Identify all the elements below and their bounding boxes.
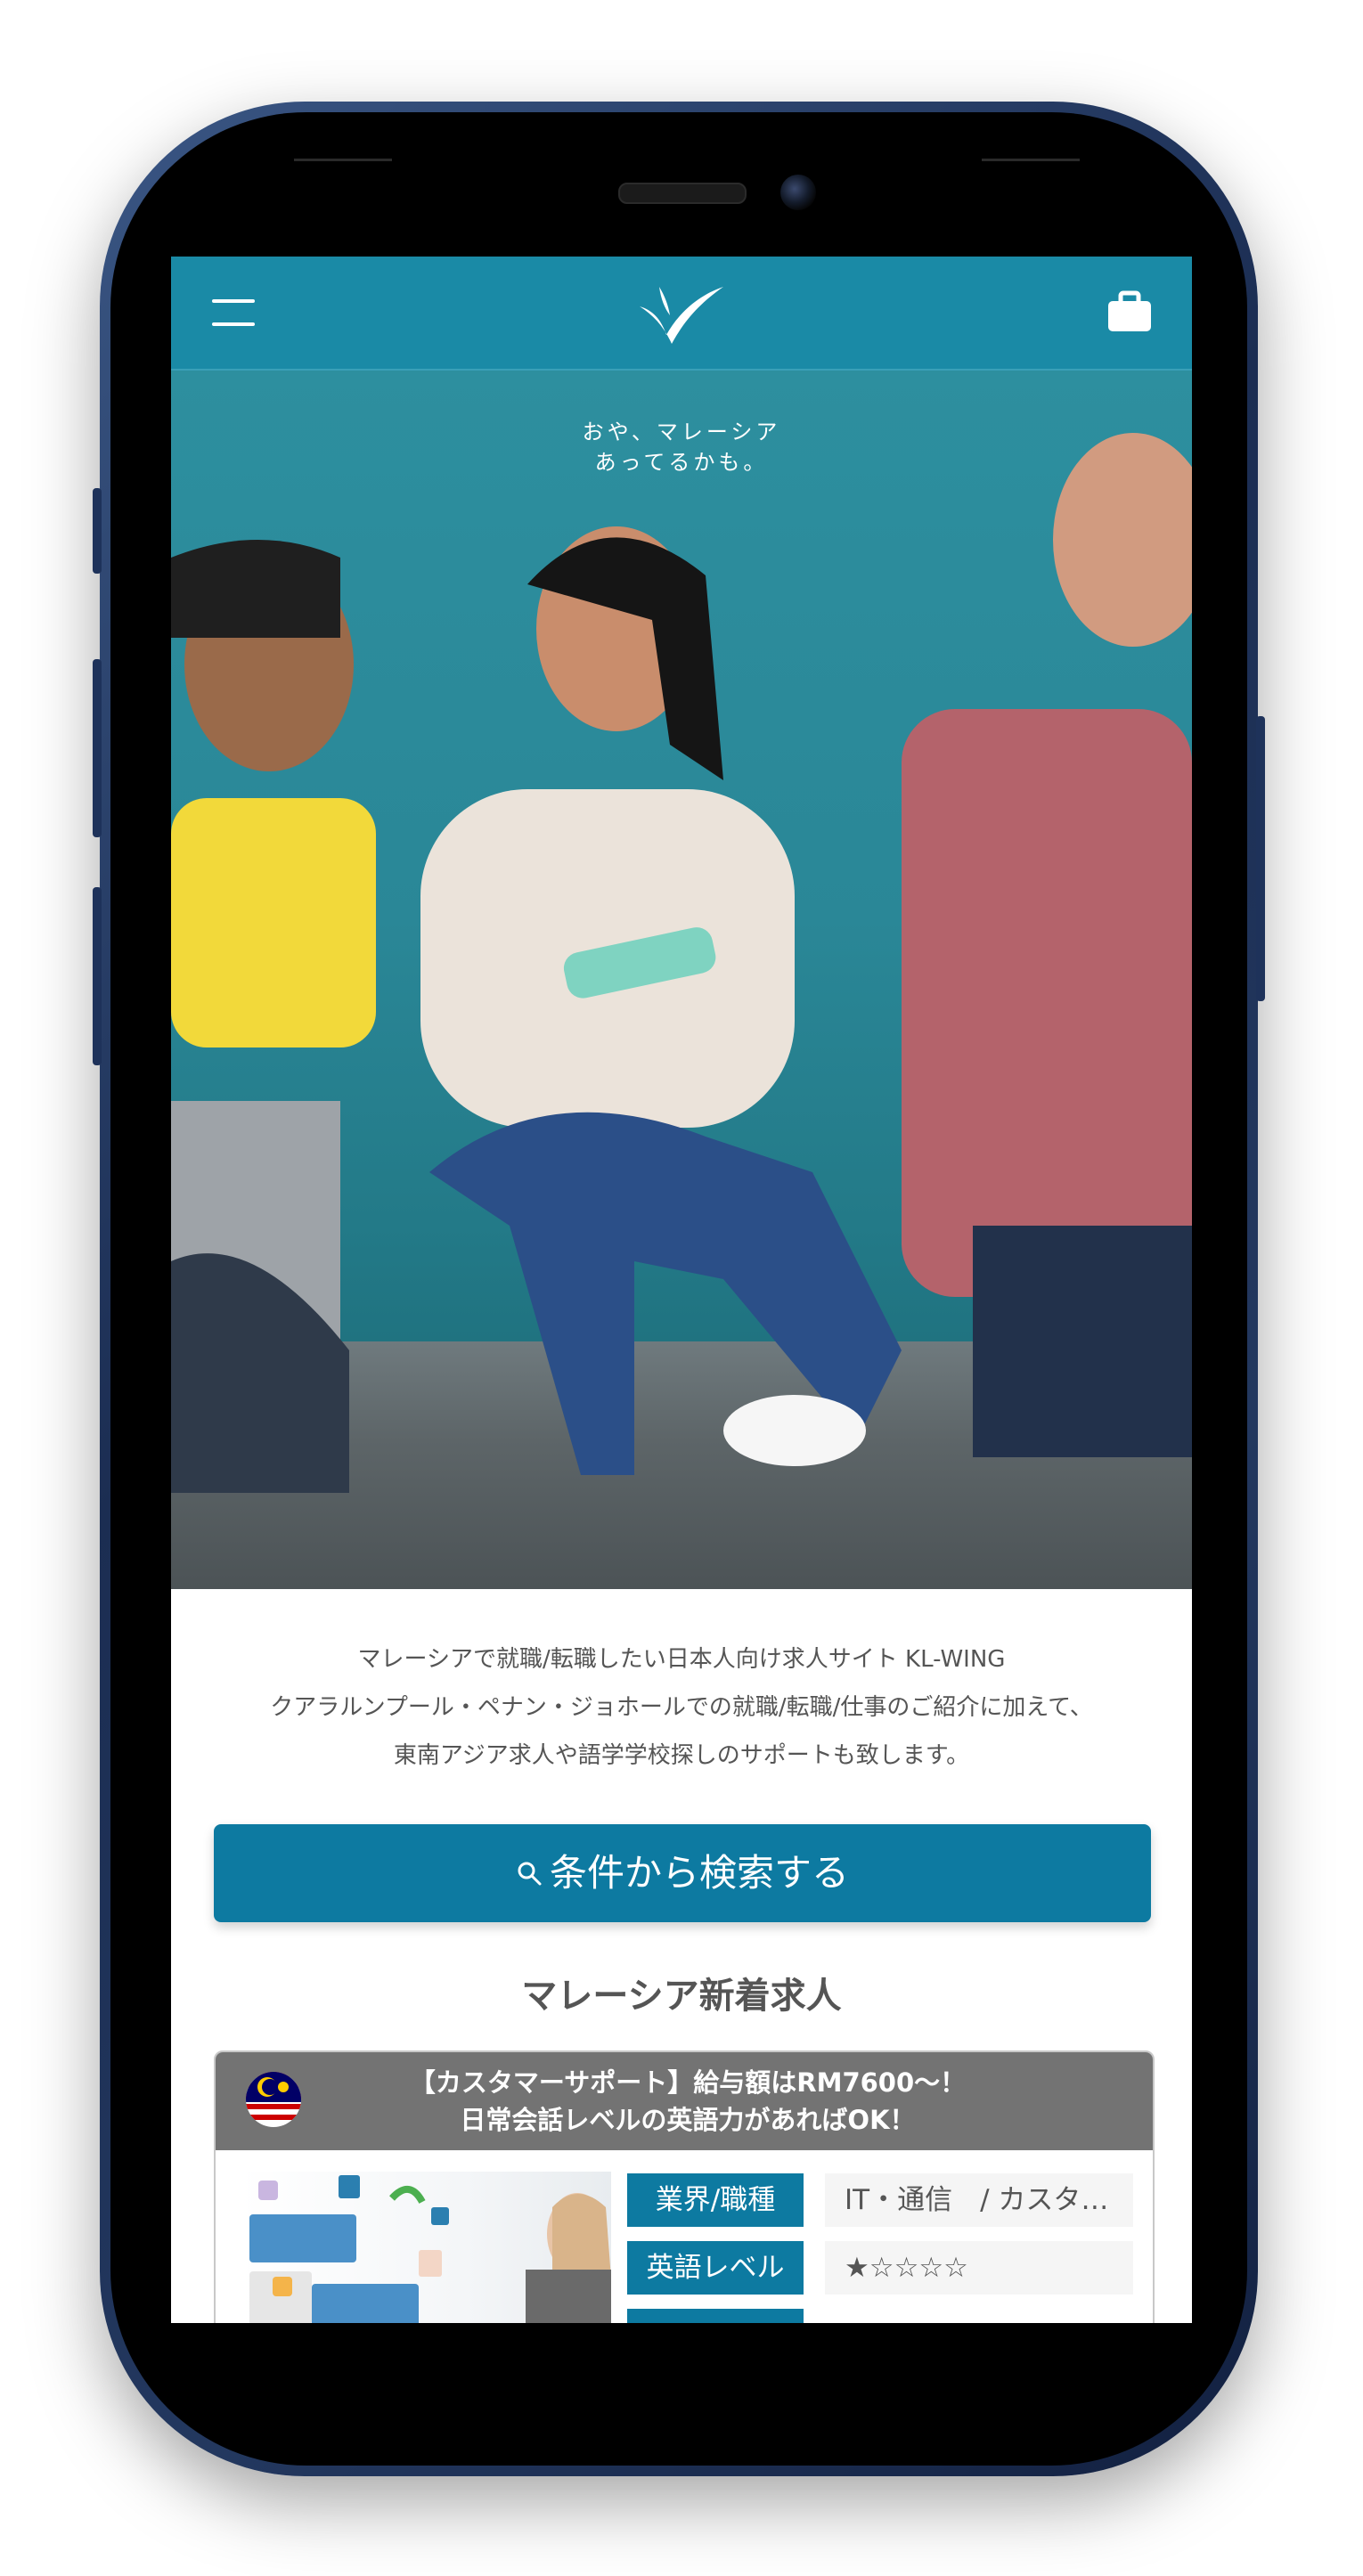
job-card-header[interactable]: 【カスタマーサポート】給与額はRM7600〜！ 日常会話レベルの英語力があればO… <box>216 2052 1153 2150</box>
intro-line2: クアラルンプール・ペナン・ジョホールでの就職/転職/仕事のご紹介に加えて、 <box>270 1694 1093 1721</box>
search-button-label: 条件から検索する <box>549 1851 849 1895</box>
intro-line1: マレーシアで就職/転職したい日本人向け求人サイト KL-WING <box>357 1646 1006 1673</box>
intro-text: マレーシアで就職/転職したい日本人向け求人サイト KL-WING クアラルンプー… <box>171 1635 1192 1780</box>
volume-up-button <box>93 659 102 837</box>
search-by-conditions-button[interactable]: 条件から検索する <box>214 1824 1151 1922</box>
hero-banner: おや、マレーシア あってるかも。 <box>171 371 1192 1589</box>
front-camera <box>780 175 816 210</box>
briefcase-icon[interactable] <box>1106 290 1153 333</box>
volume-down-button <box>93 887 102 1065</box>
speaker-grille <box>618 183 747 204</box>
job-title-line1: 【カスタマーサポート】給与額はRM7600〜！ <box>409 2067 967 2098</box>
hero-tagline-line1: おや、マレーシア <box>582 420 781 444</box>
job-row-value-english: ★☆☆☆☆ <box>825 2241 1133 2295</box>
hero-people-illustration <box>171 433 1192 1493</box>
power-button <box>1256 716 1265 1001</box>
hamburger-menu-icon[interactable] <box>212 299 255 326</box>
job-row-key-industry: 業界/職種 <box>627 2173 804 2227</box>
hero-tagline: おや、マレーシア あってるかも。 <box>171 417 1192 477</box>
screen: おや、マレーシア あってるかも。 マレーシアで就職/転職したい日本人向け求人サイ… <box>171 257 1192 2323</box>
hero-tagline-line2: あってるかも。 <box>594 450 769 475</box>
antenna-line-right <box>982 159 1080 161</box>
job-row-value-industry: IT・通信 / カスタ… <box>825 2173 1133 2227</box>
section-title: マレーシア新着求人 <box>521 1976 842 2017</box>
malaysia-flag-icon <box>246 2072 301 2127</box>
bird-logo-icon[interactable] <box>634 280 727 346</box>
antenna-line-left <box>294 159 392 161</box>
mute-switch <box>93 488 102 574</box>
job-row-key-english: 英語レベル <box>627 2241 804 2295</box>
search-icon <box>518 1862 542 1885</box>
job-title-line2: 日常会話レベルの英語力があればOK！ <box>460 2105 916 2135</box>
intro-line3: 東南アジア求人や語学学校探しのサポートも致します。 <box>393 1742 970 1769</box>
job-row-key-partial <box>627 2309 804 2323</box>
job-card[interactable]: 【カスタマーサポート】給与額はRM7600〜！ 日常会話レベルの英語力があればO… <box>214 2050 1155 2323</box>
job-thumbnail[interactable] <box>241 2172 611 2323</box>
site-header <box>171 257 1192 371</box>
